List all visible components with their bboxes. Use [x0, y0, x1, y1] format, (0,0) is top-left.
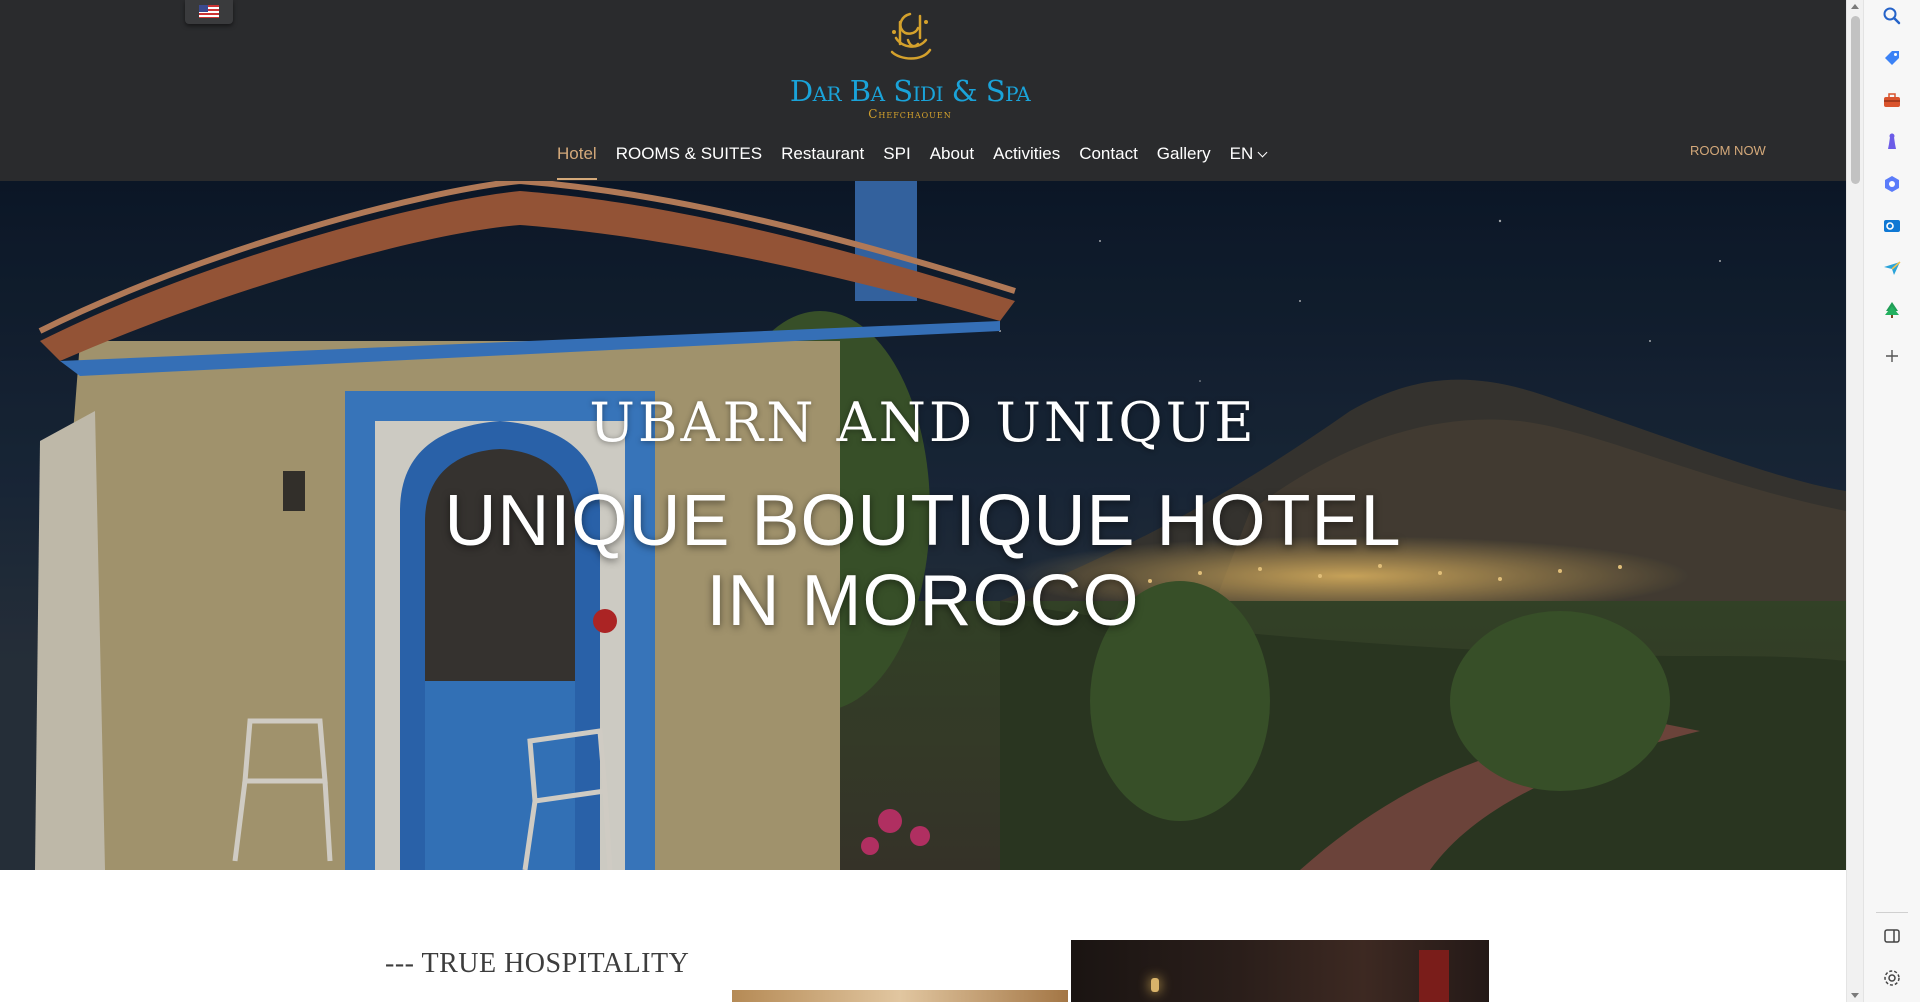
- scrollbar-thumb[interactable]: [1851, 16, 1860, 184]
- calligraphy-emblem-icon: [890, 12, 932, 60]
- intro-section: --- TRUE HOSPITALITY: [0, 870, 1846, 1002]
- sidebar-divider: [1876, 912, 1908, 913]
- browser-side-panel: [1863, 0, 1920, 1002]
- chess-icon[interactable]: [1878, 128, 1906, 156]
- nav-item-language[interactable]: EN: [1230, 140, 1268, 180]
- nav-item-spi[interactable]: SPI: [883, 140, 910, 180]
- scroll-up-arrow-icon[interactable]: [1851, 4, 1859, 9]
- search-icon[interactable]: [1878, 2, 1906, 30]
- tag-icon[interactable]: [1878, 44, 1906, 72]
- sidebar-toggle-icon[interactable]: [1878, 922, 1906, 950]
- settings-icon[interactable]: [1878, 964, 1906, 992]
- hero-banner: UBARN AND UNIQUE UNIQUE BOUTIQUE HOTEL I…: [0, 181, 1846, 870]
- scroll-down-arrow-icon[interactable]: [1851, 993, 1859, 998]
- copilot-icon[interactable]: [1878, 170, 1906, 198]
- room-now-button[interactable]: ROOM NOW: [1690, 143, 1766, 158]
- main-navigation: Hotel ROOMS & SUITES Restaurant SPI Abou…: [0, 140, 1846, 180]
- nav-item-activities[interactable]: Activities: [993, 140, 1060, 180]
- site-header: Dar Ba Sidi & Spa Chefchaouen Hotel ROOM…: [0, 0, 1846, 181]
- logo-name: Dar Ba Sidi & Spa: [789, 74, 1031, 108]
- section-heading: --- TRUE HOSPITALITY: [385, 948, 690, 979]
- nav-item-contact[interactable]: Contact: [1079, 140, 1138, 180]
- outlook-icon[interactable]: [1878, 212, 1906, 240]
- add-icon[interactable]: [1878, 342, 1906, 370]
- nav-item-restaurant[interactable]: Restaurant: [781, 140, 864, 180]
- curtain-detail: [1419, 950, 1449, 1002]
- page-scrollbar[interactable]: [1846, 0, 1864, 1002]
- logo-subtitle: Chefchaouen: [868, 107, 952, 121]
- browser-viewport: Dar Ba Sidi & Spa Chefchaouen Hotel ROOM…: [0, 0, 1846, 1002]
- nav-item-rooms-suites[interactable]: ROOMS & SUITES: [616, 140, 762, 180]
- site-logo[interactable]: Dar Ba Sidi & Spa Chefchaouen: [770, 8, 1050, 123]
- us-flag-icon: [199, 5, 219, 18]
- nav-item-about[interactable]: About: [930, 140, 974, 180]
- tree-icon[interactable]: [1878, 296, 1906, 324]
- intro-image-room: [732, 990, 1068, 1002]
- nav-item-gallery[interactable]: Gallery: [1157, 140, 1211, 180]
- hero-title-line-1: UNIQUE BOUTIQUE HOTEL: [444, 481, 1402, 561]
- paper-plane-icon[interactable]: [1878, 254, 1906, 282]
- chevron-down-icon: [1257, 147, 1268, 158]
- toolbox-icon[interactable]: [1878, 86, 1906, 114]
- nav-item-hotel[interactable]: Hotel: [557, 140, 597, 180]
- language-switcher[interactable]: [185, 0, 233, 24]
- lamp-detail: [1151, 978, 1159, 992]
- hero-title-line-2: IN MOROCO: [706, 561, 1140, 641]
- intro-image-restaurant: [1071, 940, 1489, 1002]
- hero-kicker: UBARN AND UNIQUE: [589, 391, 1257, 454]
- hero-title: UNIQUE BOUTIQUE HOTEL IN MOROCO: [0, 481, 1846, 641]
